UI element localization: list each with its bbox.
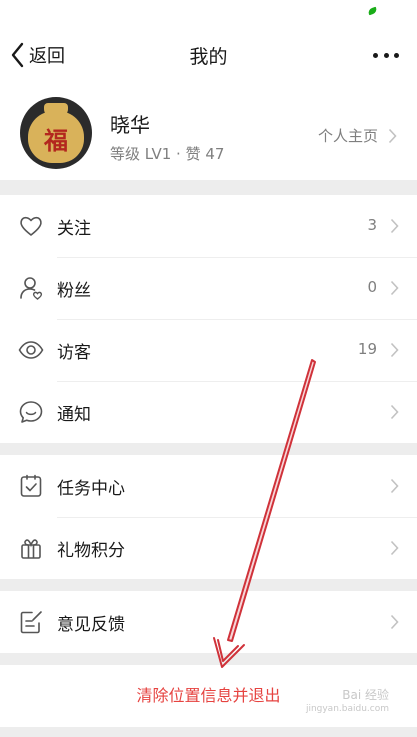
username: 晓华 <box>110 113 150 137</box>
homepage-label: 个人主页 <box>317 127 378 145</box>
menu-item-notifications[interactable]: 通知 <box>0 381 417 443</box>
avatar-fu-character: 福 <box>44 126 68 155</box>
avatar[interactable]: 福 <box>20 97 92 169</box>
menu-group-tasks: 任务中心 礼物积分 <box>0 455 417 579</box>
menu-item-visitors[interactable]: 访客 19 <box>0 319 417 381</box>
menu-item-label: 通知 <box>57 405 91 425</box>
menu-item-label: 粉丝 <box>57 281 91 301</box>
feedback-icon <box>20 611 42 634</box>
chevron-right-icon <box>390 342 399 358</box>
menu-item-gift-points[interactable]: 礼物积分 <box>0 517 417 579</box>
eye-icon <box>18 341 44 359</box>
status-indicator-icon <box>367 6 378 16</box>
watermark: Bai 经验 jingyan.baidu.com <box>306 688 389 716</box>
menu-group-social: 关注 3 粉丝 0 访客 19 通知 <box>0 195 417 443</box>
chevron-right-icon <box>390 614 399 630</box>
menu-item-feedback[interactable]: 意见反馈 <box>0 591 417 653</box>
fans-icon <box>20 277 43 300</box>
menu-item-label: 礼物积分 <box>57 541 125 561</box>
heart-icon <box>20 216 42 236</box>
menu-item-label: 意见反馈 <box>57 615 125 635</box>
chevron-right-icon <box>390 404 399 420</box>
chevron-right-icon <box>390 280 399 296</box>
menu-item-fans[interactable]: 粉丝 0 <box>0 257 417 319</box>
watermark-brand: Bai 经验 <box>342 688 389 702</box>
chevron-right-icon <box>390 478 399 494</box>
menu-item-label: 访客 <box>57 343 91 363</box>
top-area: 返回 我的 福 晓华 等级 LV1 · 赞 47 个人主页 <box>0 0 417 180</box>
navigation-bar: 返回 我的 <box>0 30 417 78</box>
menu-item-count: 0 <box>367 278 377 296</box>
menu-item-label: 任务中心 <box>57 479 125 499</box>
chevron-right-icon <box>390 218 399 234</box>
gift-icon <box>21 539 41 559</box>
message-icon <box>19 401 43 423</box>
more-dots-icon[interactable] <box>373 46 399 64</box>
profile-card[interactable]: 福 晓华 等级 LV1 · 赞 47 个人主页 <box>0 95 417 179</box>
homepage-link[interactable]: 个人主页 <box>318 125 397 146</box>
menu-item-count: 3 <box>367 216 377 234</box>
menu-item-label: 关注 <box>57 219 91 239</box>
watermark-site: jingyan.baidu.com <box>305 704 389 714</box>
user-level: 等级 LV1 · 赞 47 <box>110 145 225 163</box>
page-title: 我的 <box>189 46 228 68</box>
menu-group-feedback: 意见反馈 <box>0 591 417 653</box>
chevron-right-icon <box>388 128 397 143</box>
menu-item-count: 19 <box>357 340 377 358</box>
chevron-right-icon <box>390 540 399 556</box>
task-icon <box>20 474 42 497</box>
menu-item-follow[interactable]: 关注 3 <box>0 195 417 257</box>
menu-item-task-center[interactable]: 任务中心 <box>0 455 417 517</box>
